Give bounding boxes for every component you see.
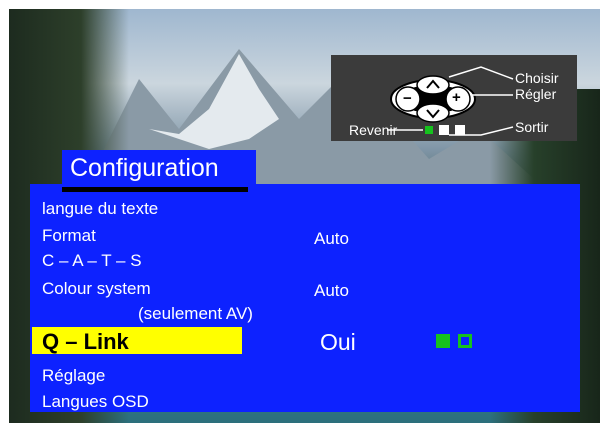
menu-title-tab: Configuration [62,150,256,187]
menu-item-subtitle: (seulement AV) [138,304,253,323]
configuration-menu: langue du texte Format Auto C – A – T – … [30,184,580,412]
green-button-icon [425,126,433,134]
plus-symbol: + [452,89,461,106]
menu-item-cats[interactable]: C – A – T – S [42,251,142,271]
down-arrow-key [416,103,450,123]
menu-item-colour-system[interactable]: Colour system [42,279,151,299]
regler-label: Régler [515,86,557,102]
minus-symbol: − [403,90,412,107]
format-value: Auto [314,229,349,248]
menu-item-format[interactable]: Format [42,226,96,246]
menu-item-q-link[interactable]: Q – Link [42,330,129,354]
remote-legend: − + Choisir Régler Revenir Sortir [331,55,577,141]
up-arrow-key [416,75,450,95]
menu-title: Configuration [70,154,219,182]
indicator-filled-icon [436,334,450,348]
revenir-label: Revenir [349,122,398,138]
choisir-label: Choisir [515,70,559,86]
menu-item-langue-du-texte[interactable]: langue du texte [42,199,158,219]
sortir-label: Sortir [515,119,549,135]
menu-item-langues-osd[interactable]: Langues OSD [42,392,149,412]
title-underline [62,187,248,192]
menu-item-reglage[interactable]: Réglage [42,366,105,386]
white-button-icon [455,125,465,135]
white-button-icon [439,125,449,135]
q-link-value: Oui [320,329,356,355]
tv-screen: − + Choisir Régler Revenir Sortir Config… [9,9,600,423]
colour-system-value: Auto [314,281,349,300]
indicator-outline-icon [458,334,472,348]
